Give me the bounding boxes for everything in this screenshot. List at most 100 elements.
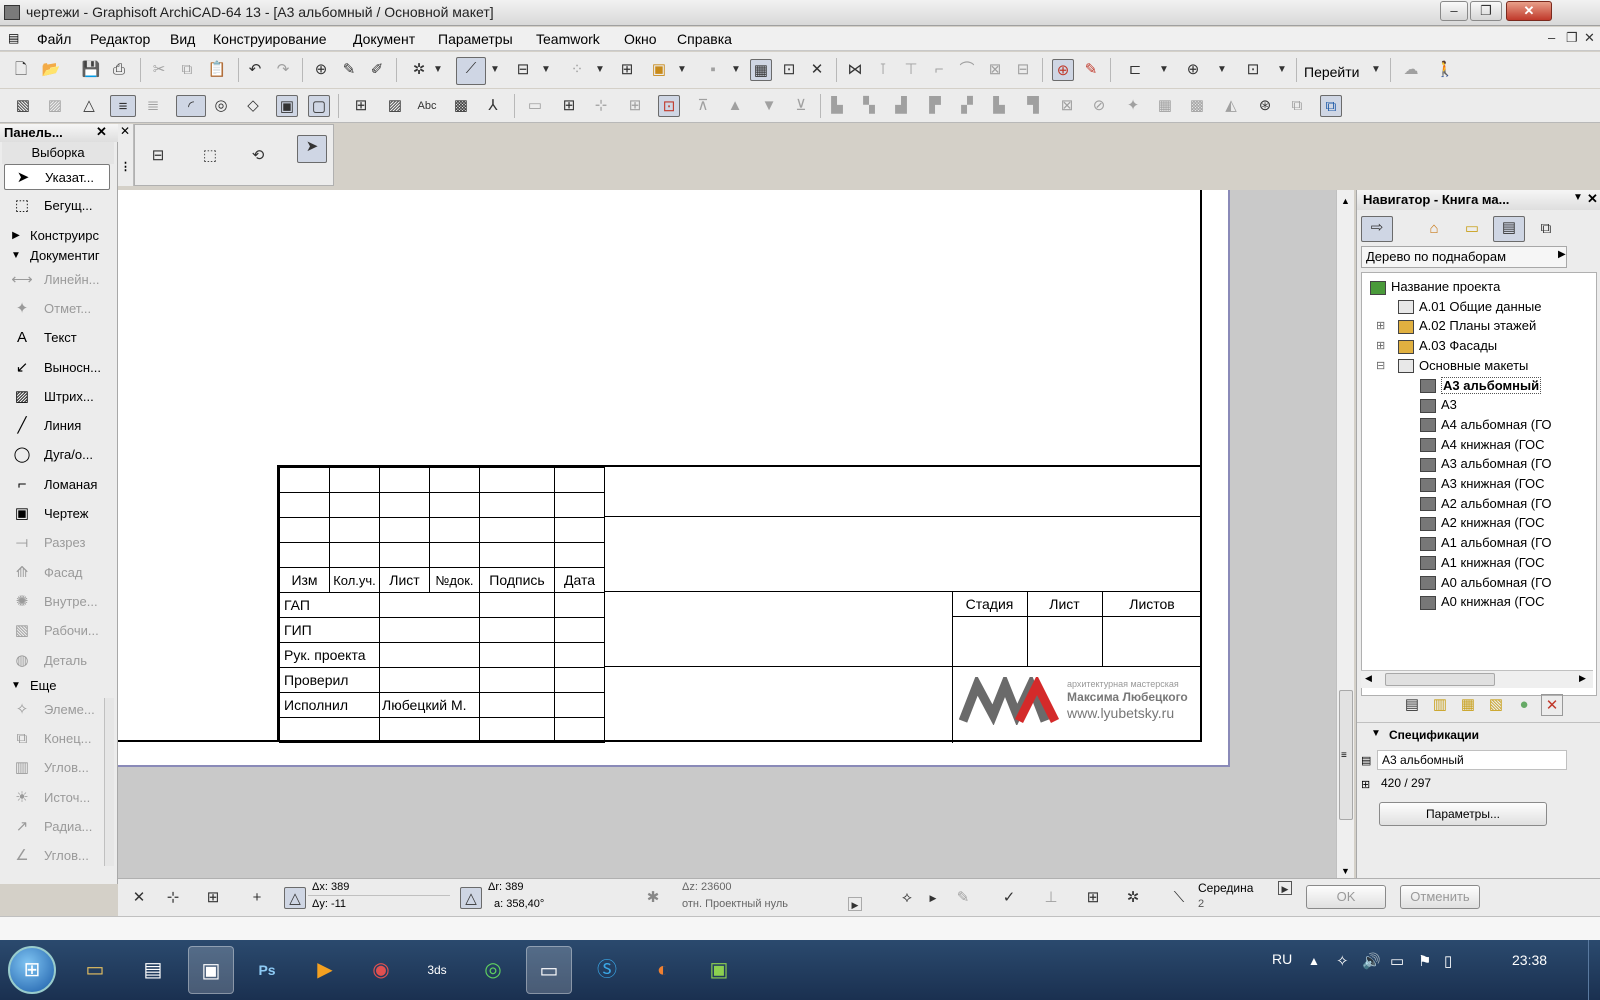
trim-icon[interactable]: ⊛ (1254, 95, 1276, 117)
toolbox-tool[interactable]: ⟰ Фасад (4, 560, 110, 586)
elevation-icon[interactable]: ✱ (642, 887, 664, 909)
copy-frame-icon[interactable]: ⧉ (1286, 95, 1308, 117)
tree-item[interactable]: А0 книжная (ГОС (1420, 592, 1545, 612)
parameters-button[interactable]: Параметры... (1379, 802, 1547, 826)
app-taskbar-icon[interactable]: ▣ (696, 946, 742, 994)
show-desktop-button[interactable] (1588, 940, 1600, 1000)
toolbox-tool[interactable]: ▣ Чертеж (4, 501, 110, 527)
line-weight-icon[interactable]: ≡ (110, 95, 136, 117)
bring-top-icon[interactable]: ⊼ (692, 95, 714, 117)
pen-icon[interactable]: ✎ (952, 887, 974, 909)
toolbox-tool[interactable]: ✦ Отмет... (4, 296, 110, 322)
split-icon[interactable]: ⋈ (844, 59, 866, 81)
open-folder-icon[interactable]: 📂 (40, 59, 62, 81)
toolbox-tool[interactable]: ∠ Углов... (4, 843, 110, 869)
menu-design[interactable]: Конструирование (213, 31, 327, 47)
panel-close-icon[interactable]: ✕ (1587, 191, 1598, 207)
eyedropper-icon[interactable]: ✎ (338, 59, 360, 81)
menu-edit[interactable]: Редактор (90, 31, 150, 47)
goto-label[interactable]: Перейти (1304, 64, 1359, 80)
toolbox-tool[interactable]: ✧ Элеме... (4, 697, 110, 723)
view-map-icon[interactable]: ⌂ (1423, 218, 1445, 240)
intersect-icon[interactable]: ⌐ (928, 59, 950, 81)
tree-expand-icon[interactable]: ⊞ (1376, 336, 1385, 356)
mirror-icon[interactable]: ⊘ (1088, 95, 1110, 117)
close-x-icon[interactable]: ✕ (806, 59, 828, 81)
print-icon[interactable]: ⎙ (108, 59, 130, 81)
new-subset-icon[interactable]: ▦ (1457, 694, 1479, 716)
bring-forward-icon[interactable]: ▲ (724, 95, 746, 117)
multiply-icon[interactable]: ▦ (1154, 95, 1176, 117)
cancel-button[interactable]: Отменить (1400, 885, 1480, 909)
dimension-icon[interactable]: ⊡ (778, 59, 800, 81)
scroll-right-icon[interactable]: ▶ (1579, 673, 1586, 684)
layer-icon[interactable]: ⊟ (512, 59, 534, 81)
dropdown-arrow-icon[interactable]: ▼ (1216, 59, 1228, 81)
collapse-arrow-icon[interactable]: ▼ (1371, 728, 1381, 739)
menu-teamwork[interactable]: Teamwork (536, 31, 600, 47)
pattern-icon[interactable]: ≣ (142, 95, 164, 117)
close-x-icon[interactable]: ✕ (128, 887, 150, 909)
parallel-icon[interactable]: ⊥ (1040, 887, 1062, 909)
view-mode-dropdown[interactable]: Дерево по поднаборам ▶ (1361, 246, 1567, 268)
dropdown-arrow-icon[interactable]: ▼ (594, 59, 606, 81)
toolbox-tool[interactable]: ╱ Линия (4, 413, 110, 439)
settings-circle-icon[interactable]: ● (1513, 694, 1535, 716)
clock[interactable]: 23:38 (1512, 952, 1547, 968)
elevate-icon[interactable]: ⊤ (900, 59, 922, 81)
tree-item[interactable]: ⊞ А.03 Фасады (1376, 336, 1497, 356)
spec-name-field[interactable]: А3 альбомный (1377, 750, 1567, 770)
fillet-icon[interactable]: ⌒ (956, 59, 978, 81)
new-folder-icon[interactable]: ▧ (1485, 694, 1507, 716)
tree-item[interactable]: ⊟ Основные макеты (1376, 356, 1528, 376)
perpendicular-icon[interactable]: ✓ (998, 887, 1020, 909)
undo-icon[interactable]: ↶ (244, 59, 266, 81)
rotate-view-icon[interactable]: ⟲ (247, 145, 269, 167)
tree-item[interactable]: А.01 Общие данные (1398, 297, 1541, 317)
find-select-icon[interactable]: ⊕ (310, 59, 332, 81)
doc-close-icon[interactable]: ✕ (1584, 30, 1595, 46)
new-layout-icon[interactable]: ▤ (1401, 694, 1423, 716)
inject-icon[interactable]: ✐ (366, 59, 388, 81)
toolbox-tool[interactable]: ▥ Углов... (4, 755, 110, 781)
layout-view-icon[interactable]: ⊏ (1124, 59, 1146, 81)
lock-layer-icon[interactable]: ▣ (276, 95, 298, 117)
tree-horizontal-scrollbar[interactable]: ◀ ▶ (1361, 670, 1593, 688)
toolbox-tool[interactable]: ↙ Выносн... (4, 355, 110, 381)
pointer-icon[interactable]: ➤ (297, 135, 327, 163)
menu-window[interactable]: Окно (624, 31, 657, 47)
tree-item[interactable]: ⊞ А.02 Планы этажей (1376, 316, 1536, 336)
dropdown-arrow-icon[interactable]: ▼ (1370, 59, 1382, 81)
canvas-vertical-scrollbar[interactable]: ▲ ≡ ▼ (1336, 190, 1354, 878)
frame-icon[interactable]: ▢ (308, 95, 330, 117)
dropdown-arrow-icon[interactable]: ▼ (676, 59, 688, 81)
element-info-icon[interactable]: ▪ (702, 59, 724, 81)
lock-icon[interactable]: ⊠ (984, 59, 1006, 81)
media-player-taskbar-icon[interactable]: ▶ (302, 946, 348, 994)
stretch-icon[interactable]: ◭ (1220, 95, 1242, 117)
tree-item[interactable]: А1 книжная (ГОС (1420, 553, 1545, 573)
toolbox-group[interactable]: ▶ Конструирс (4, 227, 110, 245)
align-right-icon[interactable]: ▟ (890, 95, 912, 117)
snap-grid-icon[interactable]: ⊹ (162, 887, 184, 909)
snap-points-icon[interactable]: ⊞ (202, 887, 224, 909)
resize-icon[interactable]: ⊠ (1056, 95, 1078, 117)
explode-icon[interactable]: ⊟ (1012, 59, 1034, 81)
space-evenly-icon[interactable]: ▜ (1022, 95, 1044, 117)
menu-options[interactable]: Параметры (438, 31, 513, 47)
toolbox-scrollbar[interactable] (104, 698, 114, 866)
tray-battery-icon[interactable]: ▯ (1444, 952, 1452, 970)
align-left-icon[interactable]: ▙ (826, 95, 848, 117)
minimize-button[interactable]: – (1440, 1, 1468, 21)
scroll-down-icon[interactable]: ▼ (1341, 866, 1350, 876)
align-middle-icon[interactable]: ▞ (956, 95, 978, 117)
bisector-icon[interactable]: ⊞ (1082, 887, 1104, 909)
document-icon[interactable]: ▤ (8, 31, 19, 45)
clone-icon[interactable]: ⧉ (1320, 95, 1342, 117)
skype-taskbar-icon[interactable]: Ⓢ (584, 946, 630, 994)
tree-item[interactable]: А0 альбомная (ГО (1420, 573, 1552, 593)
restore-button[interactable]: ❐ (1470, 1, 1502, 21)
window-icon[interactable]: ⊡ (1242, 59, 1264, 81)
dimension-tool-icon[interactable]: ⊞ (350, 95, 372, 117)
delete-icon[interactable]: ✕ (1541, 694, 1563, 716)
